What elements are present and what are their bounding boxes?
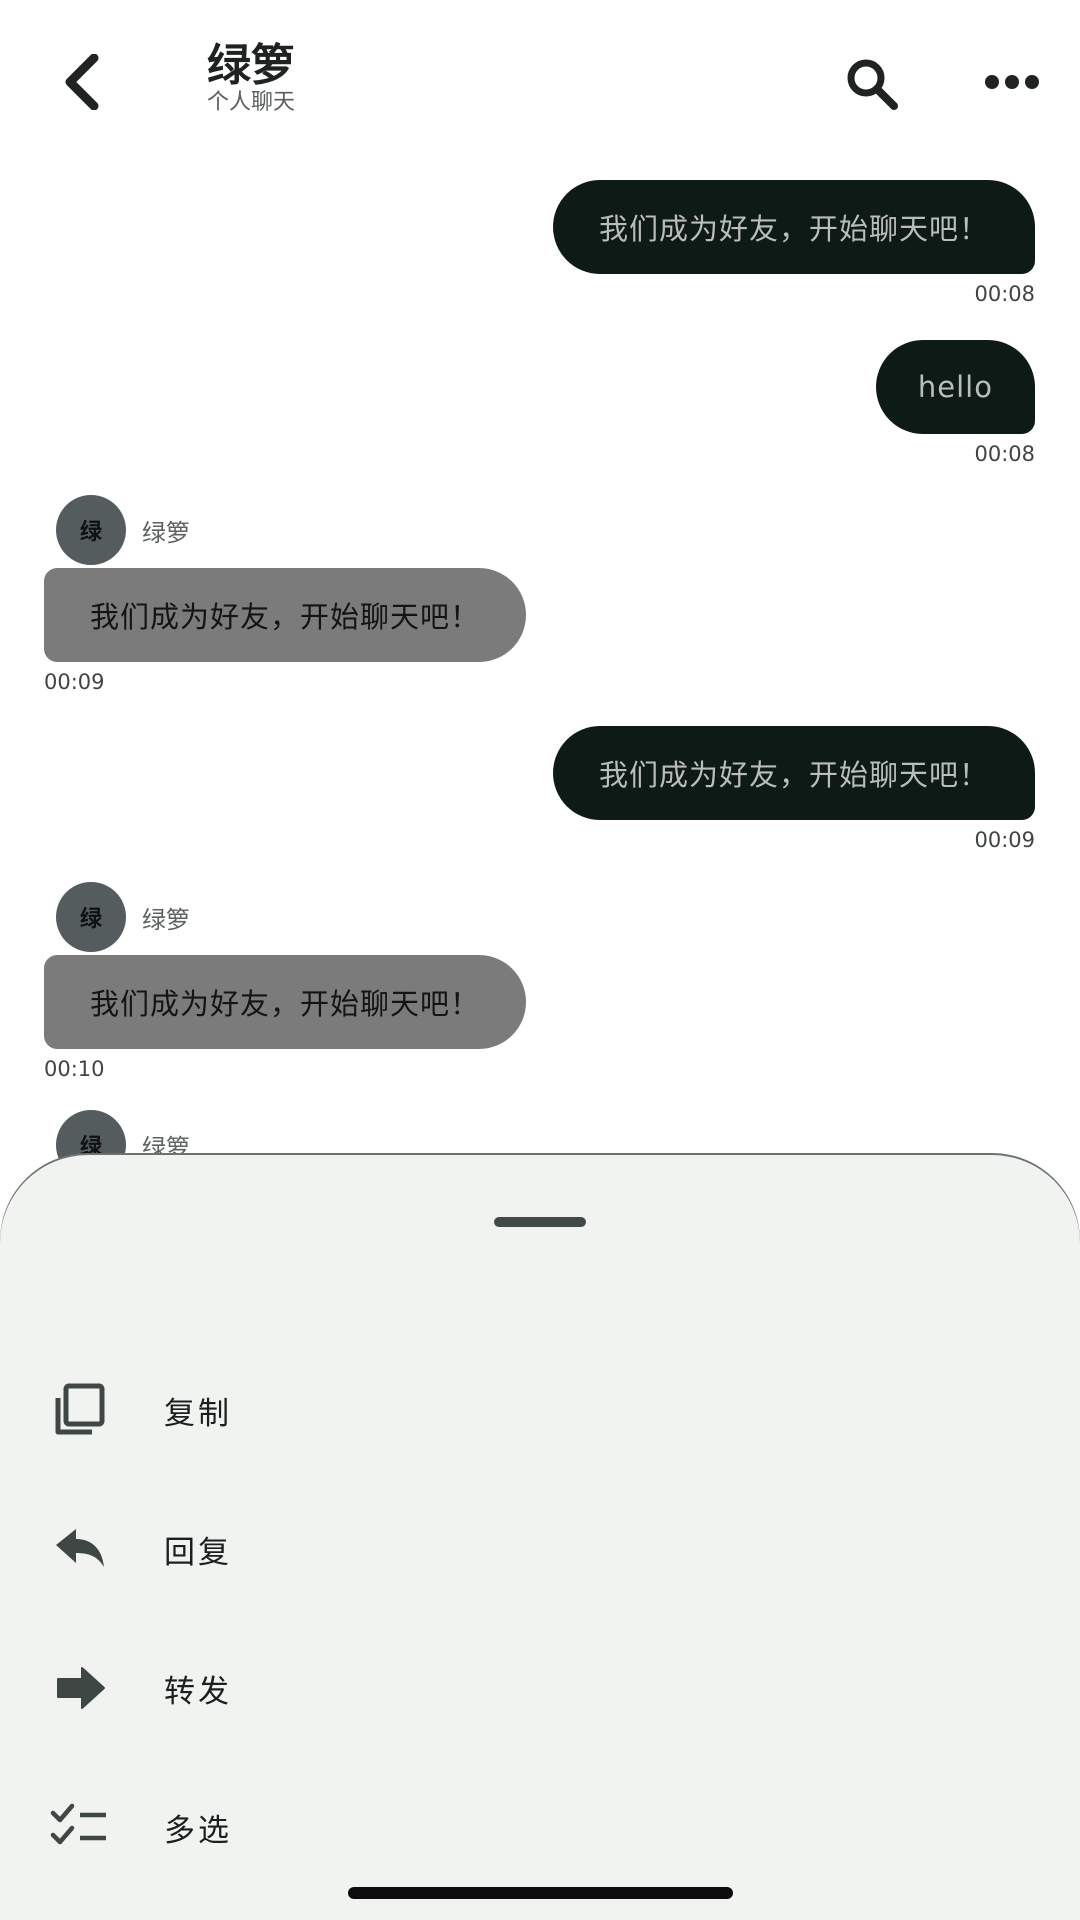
message-time: 00:09 xyxy=(974,828,1035,852)
message-bubble[interactable]: hello xyxy=(875,340,1035,434)
message-outgoing: 我们成为好友，开始聊天吧！ 00:08 xyxy=(552,180,1035,306)
message-outgoing: hello 00:08 xyxy=(875,340,1035,466)
message-time: 00:10 xyxy=(44,1057,105,1081)
chevron-left-icon xyxy=(65,54,99,110)
menu-item-reply[interactable]: 回复 xyxy=(0,1489,1080,1609)
avatar[interactable]: 绿 xyxy=(56,882,126,952)
multi-select-icon xyxy=(50,1797,110,1857)
sender-row: 绿 绿箩 xyxy=(56,882,190,952)
search-button[interactable] xyxy=(840,52,904,116)
chat-subtitle: 个人聊天 xyxy=(207,90,296,115)
message-time: 00:08 xyxy=(974,282,1035,306)
sender-row: 绿 绿箩 xyxy=(56,495,190,565)
message-incoming: 我们成为好友，开始聊天吧！ 00:10 xyxy=(44,955,527,1081)
menu-item-label: 转发 xyxy=(164,1673,232,1710)
chat-title: 绿箩 xyxy=(207,40,295,91)
menu-item-copy[interactable]: 复制 xyxy=(0,1350,1080,1470)
avatar[interactable]: 绿 xyxy=(56,495,126,565)
message-incoming: 我们成为好友，开始聊天吧！ 00:09 xyxy=(44,568,527,694)
reply-icon xyxy=(50,1519,110,1579)
home-indicator[interactable] xyxy=(348,1887,733,1899)
chat-screen: 绿箩 个人聊天 我们成为好友，开始聊天吧！ 00:08 hello 00:08 xyxy=(0,0,1080,1920)
more-horizontal-icon xyxy=(985,75,1039,89)
message-bubble[interactable]: 我们成为好友，开始聊天吧！ xyxy=(552,726,1035,820)
search-icon xyxy=(847,59,898,110)
message-time: 00:08 xyxy=(974,442,1035,466)
chat-header: 绿箩 个人聊天 xyxy=(0,0,1080,150)
menu-item-label: 回复 xyxy=(164,1534,232,1571)
copy-icon xyxy=(50,1380,110,1440)
back-button[interactable] xyxy=(52,50,112,114)
chat-title-block: 绿箩 个人聊天 xyxy=(207,38,295,116)
message-outgoing: 我们成为好友，开始聊天吧！ 00:09 xyxy=(552,726,1035,852)
message-time: 00:09 xyxy=(44,670,105,694)
menu-item-multi-select[interactable]: 多选 xyxy=(0,1767,1080,1887)
message-bubble[interactable]: 我们成为好友，开始聊天吧！ xyxy=(552,180,1035,274)
menu-item-label: 复制 xyxy=(164,1395,232,1432)
forward-icon xyxy=(50,1658,110,1718)
message-bubble[interactable]: 我们成为好友，开始聊天吧！ xyxy=(44,568,527,662)
menu-item-label: 多选 xyxy=(164,1812,232,1849)
message-actions-sheet: 复制 回复 转发 多选 xyxy=(0,1155,1080,1920)
more-options-button[interactable] xyxy=(982,60,1042,104)
menu-item-forward[interactable]: 转发 xyxy=(0,1628,1080,1748)
sheet-drag-handle[interactable] xyxy=(494,1217,586,1227)
sender-name: 绿箩 xyxy=(142,518,190,547)
message-bubble[interactable]: 我们成为好友，开始聊天吧！ xyxy=(44,955,527,1049)
sender-name: 绿箩 xyxy=(142,905,190,934)
